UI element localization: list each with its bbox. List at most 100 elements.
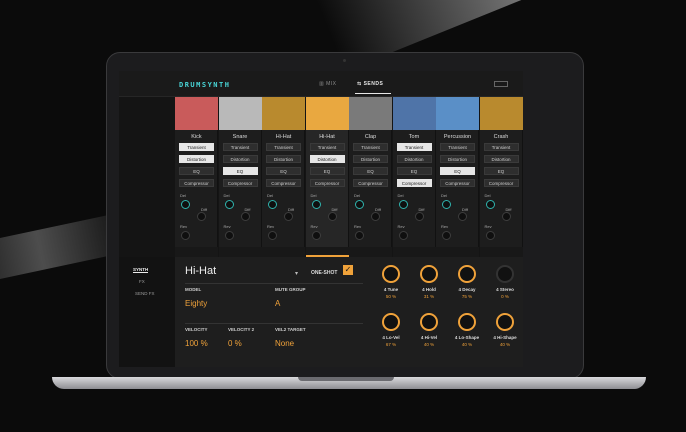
fx-button[interactable]: Compressor: [309, 179, 345, 187]
fx-button[interactable]: Compressor: [266, 179, 301, 187]
fx-button[interactable]: EQ: [266, 167, 301, 175]
macro-knob[interactable]: [496, 313, 514, 331]
fx-button[interactable]: Compressor: [353, 179, 388, 187]
diff-knob[interactable]: [327, 212, 337, 221]
tab-sends[interactable]: ⇆ SENDS: [357, 81, 383, 87]
fx-button[interactable]: Distortion: [266, 155, 301, 163]
del-knob[interactable]: [268, 200, 277, 209]
diff-knob[interactable]: [284, 212, 293, 221]
del-knob[interactable]: [355, 200, 364, 209]
fx-button[interactable]: EQ: [353, 167, 388, 175]
channel-4[interactable]: Clap Transient Distortion EQ Compressor Del Di…: [349, 97, 392, 257]
fx-button[interactable]: Distortion: [179, 155, 214, 163]
macro-knob[interactable]: [420, 313, 438, 331]
channel-0[interactable]: Kick Transient Distortion EQ Compressor Del Di…: [175, 97, 218, 257]
diff-knob[interactable]: [240, 212, 250, 221]
channel-name: Crash: [493, 134, 509, 140]
instrument-name[interactable]: Hi-Hat: [185, 265, 216, 277]
del-knob[interactable]: [442, 200, 451, 209]
diff-knob[interactable]: [501, 212, 511, 221]
fx-button[interactable]: Transient: [440, 143, 475, 151]
fx-button[interactable]: EQ: [440, 167, 475, 175]
channel-1[interactable]: Snare Transient Distortion EQ Compressor Del D…: [218, 97, 262, 257]
fx-button[interactable]: Transient: [222, 143, 258, 151]
fx-button[interactable]: Distortion: [222, 155, 258, 163]
rev-knob[interactable]: [181, 231, 190, 240]
diff-knob[interactable]: [371, 212, 380, 221]
rev-knob[interactable]: [268, 231, 277, 240]
diff-knob[interactable]: [197, 212, 206, 221]
fx-button[interactable]: Transient: [309, 143, 345, 151]
instrument-thumbnail[interactable]: [392, 97, 436, 130]
channel-5[interactable]: Tom Transient Distortion EQ Compressor Del Dif…: [392, 97, 436, 257]
channel-7[interactable]: Crash Transient Distortion EQ Compressor Del D…: [479, 97, 523, 257]
del-knob[interactable]: [485, 200, 495, 209]
macro-knob[interactable]: [382, 265, 400, 283]
macro-label: 4 Decay: [458, 287, 476, 292]
velocity2-value[interactable]: 0 %: [228, 339, 242, 348]
chevron-down-icon[interactable]: ▾: [295, 270, 298, 277]
divider: [185, 283, 363, 284]
sidebar-item-fx[interactable]: FX: [139, 279, 145, 284]
rev-knob[interactable]: [355, 231, 364, 240]
diff-knob[interactable]: [458, 212, 467, 221]
instrument-thumbnail[interactable]: [218, 97, 262, 130]
channel-2[interactable]: Hi-Hat Transient Distortion EQ Compressor Del…: [262, 97, 305, 257]
fx-button[interactable]: Transient: [353, 143, 388, 151]
fx-button[interactable]: Compressor: [440, 179, 475, 187]
fx-button[interactable]: EQ: [179, 167, 214, 175]
oneshot-checkbox[interactable]: ✓: [343, 265, 353, 275]
tab-mix[interactable]: ▥ MIX: [319, 81, 337, 87]
channel-3[interactable]: Hi-Hat Transient Distortion EQ Compressor Del…: [305, 97, 349, 257]
macro-value: 67 %: [385, 342, 397, 347]
macro-knob[interactable]: [458, 265, 476, 283]
rev-knob[interactable]: [442, 231, 451, 240]
mute-group-value[interactable]: A: [275, 299, 280, 308]
fx-button[interactable]: EQ: [396, 167, 432, 175]
fx-button[interactable]: Transient: [179, 143, 214, 151]
fx-button[interactable]: Distortion: [309, 155, 345, 163]
del-label: Del: [484, 193, 491, 198]
instrument-thumbnail[interactable]: [479, 97, 523, 130]
instrument-thumbnail[interactable]: [349, 97, 392, 130]
fx-button[interactable]: Distortion: [440, 155, 475, 163]
instrument-thumbnail[interactable]: [175, 97, 218, 130]
rev-knob[interactable]: [485, 231, 495, 240]
instrument-thumbnail[interactable]: [262, 97, 305, 130]
instrument-panel: SYNTH FX SEND FX Hi-Hat ▾ ONE-SHOT ✓ MOD…: [119, 257, 523, 367]
fx-button[interactable]: Transient: [483, 143, 519, 151]
fx-button[interactable]: Compressor: [179, 179, 214, 187]
model-value[interactable]: Eighty: [185, 299, 207, 308]
rev-knob[interactable]: [398, 231, 408, 240]
macro-knob[interactable]: [420, 265, 438, 283]
fx-button[interactable]: Distortion: [396, 155, 432, 163]
del-knob[interactable]: [224, 200, 234, 209]
channel-6[interactable]: Percussion Transient Distortion EQ Compresso…: [436, 97, 479, 257]
fx-button[interactable]: Compressor: [396, 179, 432, 187]
fx-button[interactable]: Distortion: [353, 155, 388, 163]
fx-button[interactable]: Compressor: [222, 179, 258, 187]
del-knob[interactable]: [398, 200, 408, 209]
fx-button[interactable]: Compressor: [483, 179, 519, 187]
diff-knob[interactable]: [414, 212, 424, 221]
macro-knob[interactable]: [496, 265, 514, 283]
sidebar-item-synth[interactable]: SYNTH: [133, 267, 149, 273]
del-knob[interactable]: [181, 200, 190, 209]
rev-knob[interactable]: [311, 231, 321, 240]
rev-knob[interactable]: [224, 231, 234, 240]
fx-button[interactable]: Transient: [396, 143, 432, 151]
fx-button[interactable]: EQ: [222, 167, 258, 175]
sidebar-item-send-fx[interactable]: SEND FX: [135, 291, 155, 296]
macro-knob[interactable]: [458, 313, 476, 331]
fx-button[interactable]: Transient: [266, 143, 301, 151]
fx-button[interactable]: Distortion: [483, 155, 519, 163]
instrument-thumbnail[interactable]: [305, 97, 349, 130]
del-knob[interactable]: [311, 200, 321, 209]
velocity-value[interactable]: 100 %: [185, 339, 208, 348]
macro-knob[interactable]: [382, 313, 400, 331]
vel2-target-value[interactable]: None: [275, 339, 294, 348]
window-icon[interactable]: [494, 81, 508, 87]
instrument-thumbnail[interactable]: [436, 97, 479, 130]
fx-button[interactable]: EQ: [483, 167, 519, 175]
fx-button[interactable]: EQ: [309, 167, 345, 175]
